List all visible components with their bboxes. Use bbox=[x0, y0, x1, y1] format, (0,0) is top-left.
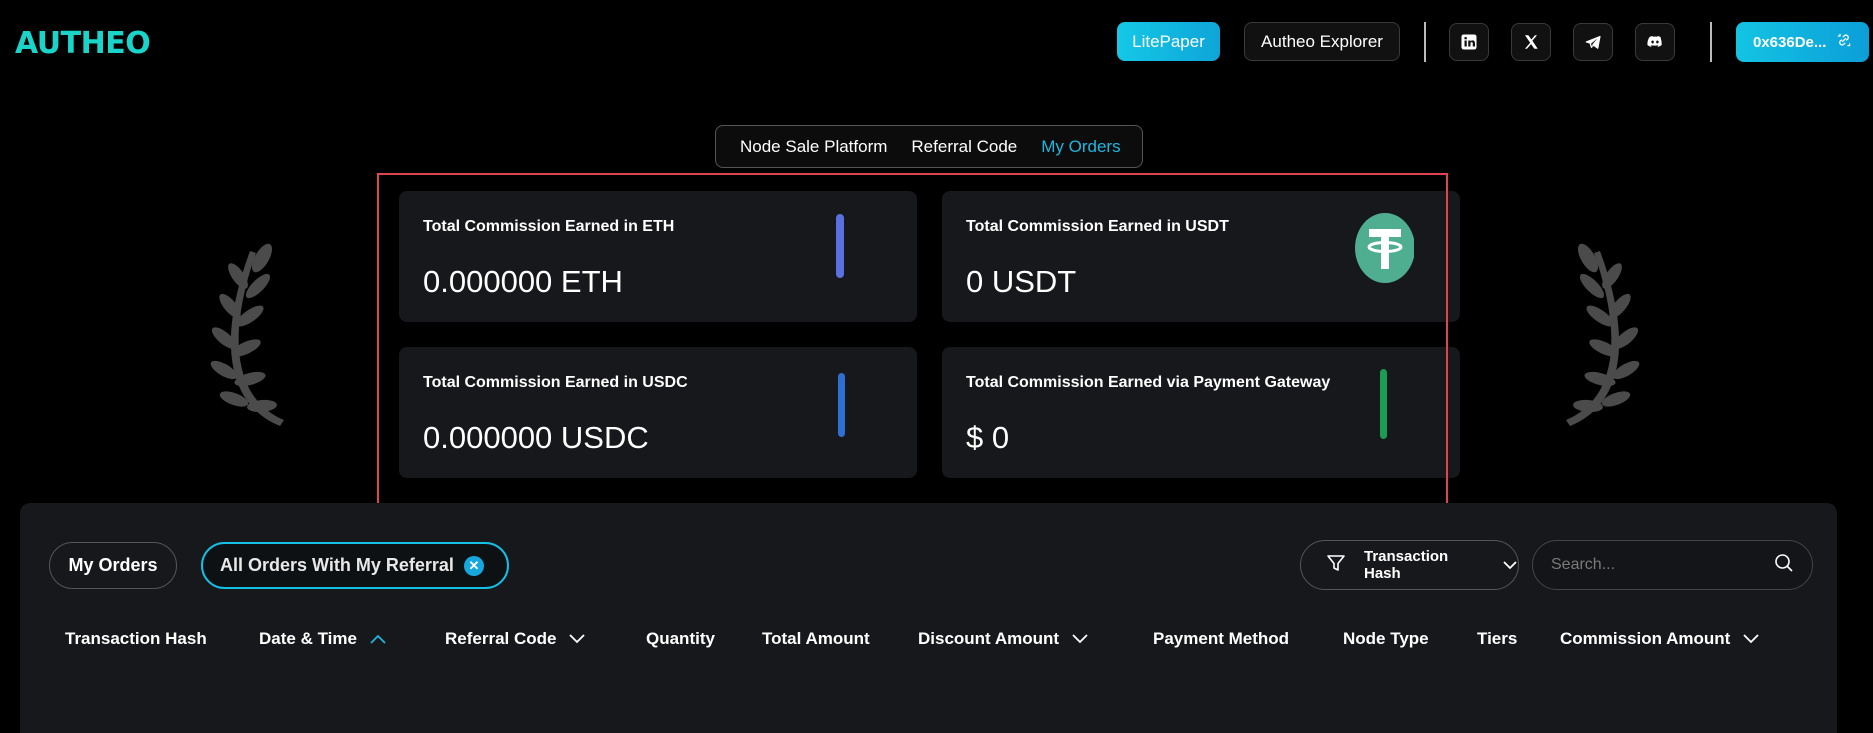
usdc-icon bbox=[838, 373, 845, 437]
column-header-date-time[interactable]: Date & Time bbox=[259, 629, 387, 649]
column-label: Node Type bbox=[1343, 629, 1429, 648]
column-header-commission-amount[interactable]: Commission Amount bbox=[1560, 629, 1760, 649]
discord-icon[interactable] bbox=[1635, 23, 1675, 61]
linkedin-icon[interactable] bbox=[1449, 23, 1489, 61]
x-icon[interactable] bbox=[1511, 23, 1551, 61]
commission-card-eth: Total Commission Earned in ETH 0.000000 … bbox=[399, 191, 917, 322]
column-label: Referral Code bbox=[445, 629, 557, 648]
wallet-button[interactable]: 0x636De... bbox=[1736, 22, 1869, 62]
column-label: Date & Time bbox=[259, 629, 357, 648]
column-label: Transaction Hash bbox=[65, 629, 207, 648]
eth-icon bbox=[836, 214, 844, 278]
chevron-down-icon[interactable] bbox=[568, 633, 586, 645]
laurel-right-icon bbox=[1566, 243, 1640, 426]
all-orders-with-referral-button[interactable]: All Orders With My Referral ✕ bbox=[201, 542, 509, 589]
column-header-quantity: Quantity bbox=[646, 629, 715, 649]
all-orders-label: All Orders With My Referral bbox=[220, 555, 454, 575]
column-header-referral-code[interactable]: Referral Code bbox=[445, 629, 586, 649]
tab-node-sale-platform[interactable]: Node Sale Platform bbox=[740, 137, 887, 157]
laurel-left-icon bbox=[210, 243, 284, 426]
column-header-transaction-hash: Transaction Hash bbox=[65, 629, 207, 649]
search-box bbox=[1532, 540, 1813, 590]
tab-my-orders[interactable]: My Orders bbox=[1041, 137, 1120, 157]
orders-panel bbox=[20, 503, 1837, 733]
column-header-payment-method: Payment Method bbox=[1153, 629, 1289, 649]
disconnect-icon bbox=[1836, 32, 1852, 52]
column-header-discount-amount[interactable]: Discount Amount bbox=[918, 629, 1089, 649]
column-label: Discount Amount bbox=[918, 629, 1060, 648]
column-header-node-type: Node Type bbox=[1343, 629, 1429, 649]
header-divider bbox=[1710, 22, 1712, 62]
column-label: Commission Amount bbox=[1560, 629, 1731, 648]
gateway-icon bbox=[1380, 369, 1387, 439]
column-header-tiers: Tiers bbox=[1477, 629, 1517, 649]
column-label: Tiers bbox=[1477, 629, 1518, 648]
filter-icon bbox=[1326, 553, 1346, 577]
usdt-icon bbox=[1355, 213, 1414, 283]
page-tabs: Node Sale Platform Referral Code My Orde… bbox=[715, 125, 1143, 168]
column-header-total-amount: Total Amount bbox=[762, 629, 870, 649]
card-value: 0.000000 ETH bbox=[423, 264, 623, 299]
wallet-address: 0x636De... bbox=[1753, 33, 1827, 51]
filter-label: Transaction Hash bbox=[1364, 548, 1449, 582]
search-icon[interactable] bbox=[1774, 553, 1794, 578]
telegram-icon[interactable] bbox=[1573, 23, 1613, 61]
header-divider bbox=[1424, 22, 1426, 62]
card-title: Total Commission Earned via Payment Gate… bbox=[966, 374, 1331, 391]
card-title: Total Commission Earned in USDT bbox=[966, 218, 1229, 235]
commission-card-usdc: Total Commission Earned in USDC 0.000000… bbox=[399, 347, 917, 478]
sort-ascending-icon[interactable] bbox=[369, 633, 387, 645]
column-label: Payment Method bbox=[1153, 629, 1290, 648]
card-title: Total Commission Earned in USDC bbox=[423, 374, 688, 391]
chevron-down-icon[interactable] bbox=[1071, 633, 1089, 645]
autheo-explorer-button[interactable]: Autheo Explorer bbox=[1244, 22, 1400, 61]
column-label: Total Amount bbox=[762, 629, 870, 648]
close-icon[interactable]: ✕ bbox=[463, 555, 484, 576]
card-value: 0.000000 USDC bbox=[423, 420, 649, 455]
litepaper-button[interactable]: LitePaper bbox=[1117, 22, 1220, 61]
tab-referral-code[interactable]: Referral Code bbox=[911, 137, 1017, 157]
my-orders-button[interactable]: My Orders bbox=[49, 542, 177, 589]
card-value: 0 USDT bbox=[966, 264, 1077, 299]
autheo-logo[interactable]: AUTHEO bbox=[15, 26, 151, 61]
chevron-down-icon bbox=[1502, 557, 1518, 574]
chevron-down-icon[interactable] bbox=[1742, 633, 1760, 645]
card-value: $ 0 bbox=[966, 420, 1010, 455]
card-title: Total Commission Earned in ETH bbox=[423, 218, 675, 235]
column-label: Quantity bbox=[646, 629, 715, 648]
commission-card-payment-gateway: Total Commission Earned via Payment Gate… bbox=[942, 347, 1460, 478]
filter-dropdown[interactable]: Transaction Hash bbox=[1300, 540, 1519, 590]
commission-card-usdt: Total Commission Earned in USDT 0 USDT bbox=[942, 191, 1460, 322]
search-input[interactable] bbox=[1551, 556, 1774, 574]
